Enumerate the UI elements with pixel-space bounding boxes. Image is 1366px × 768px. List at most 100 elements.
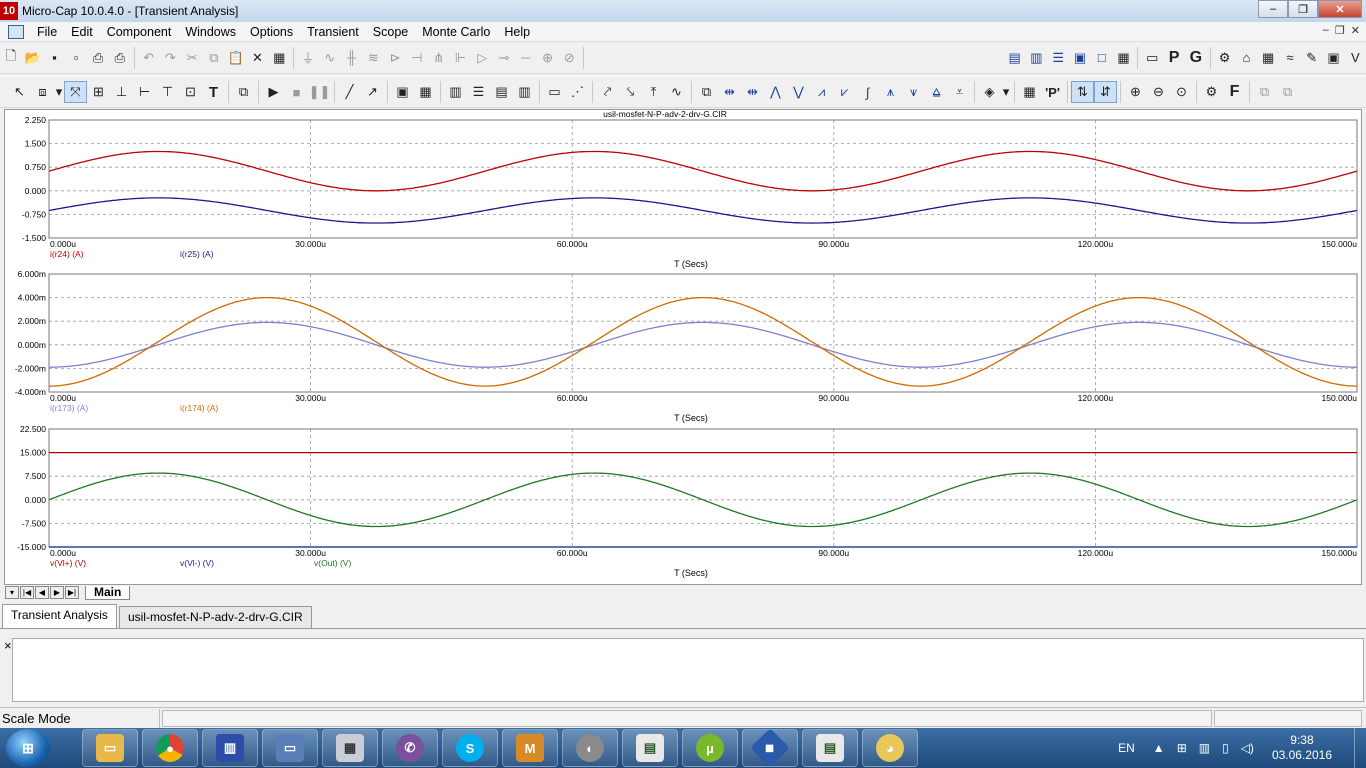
- tile-grid-icon[interactable]: ▣: [1069, 47, 1091, 69]
- inductor-icon[interactable]: ≋: [362, 47, 384, 69]
- viber-taskbar-icon[interactable]: ✆: [382, 729, 438, 767]
- remote-desktop-taskbar-icon[interactable]: ▭: [262, 729, 318, 767]
- save-all-icon[interactable]: ▫: [65, 47, 87, 69]
- line-icon[interactable]: ╱: [338, 81, 361, 103]
- cascade-windows-icon[interactable]: ▤: [1004, 47, 1026, 69]
- utorrent-taskbar-icon[interactable]: µ: [682, 729, 738, 767]
- skype-taskbar-icon[interactable]: S: [442, 729, 498, 767]
- paste-icon[interactable]: 📋: [225, 47, 247, 69]
- language-indicator[interactable]: EN: [1118, 741, 1135, 755]
- network-icon[interactable]: ▥: [1199, 741, 1210, 755]
- grid-icon[interactable]: ▦: [414, 81, 437, 103]
- output-area[interactable]: [12, 638, 1364, 702]
- document-restore-button[interactable]: ❐: [1335, 24, 1345, 37]
- top-icon[interactable]: ⩠: [925, 81, 948, 103]
- document-minimize-button[interactable]: ‒: [1323, 24, 1329, 37]
- tokens-icon[interactable]: ▥: [513, 81, 536, 103]
- wire-icon[interactable]: ─: [515, 47, 537, 69]
- tile-horizontal-icon[interactable]: ☰: [1047, 47, 1069, 69]
- bottom-icon[interactable]: ⩡: [948, 81, 971, 103]
- save-icon[interactable]: ▪: [44, 47, 66, 69]
- calculator-icon[interactable]: ▦: [1113, 47, 1135, 69]
- low-cursor-icon[interactable]: ⩗: [833, 81, 856, 103]
- rescale-icon[interactable]: ▣: [391, 81, 414, 103]
- undo-icon[interactable]: ↶: [138, 47, 160, 69]
- minimize-button[interactable]: ‒: [1258, 0, 1288, 18]
- menu-windows[interactable]: Windows: [178, 25, 243, 39]
- file-explorer-taskbar-icon[interactable]: ▭: [82, 729, 138, 767]
- high-cursor-icon[interactable]: ⩘: [810, 81, 833, 103]
- vt-icon[interactable]: V: [1344, 47, 1366, 69]
- document-icon[interactable]: [8, 24, 24, 39]
- switch-icon[interactable]: ⊸: [493, 47, 515, 69]
- menu-help[interactable]: Help: [497, 25, 537, 39]
- menu-file[interactable]: File: [30, 25, 64, 39]
- previous-sheet-button[interactable]: ◀: [35, 586, 49, 599]
- analysis-limits-icon[interactable]: ⚙: [1200, 81, 1223, 103]
- peak-cursor-icon[interactable]: ⋀: [764, 81, 787, 103]
- close-icon[interactable]: ×: [4, 638, 12, 653]
- p-icon[interactable]: P: [1163, 47, 1185, 69]
- copy-icon[interactable]: ⧉: [203, 47, 225, 69]
- first-sheet-button[interactable]: |◀: [20, 586, 34, 599]
- maximize-button[interactable]: ❐: [1288, 0, 1318, 18]
- chip-icon[interactable]: ▣: [1323, 47, 1345, 69]
- model-icon[interactable]: ≈: [1279, 47, 1301, 69]
- npn-transistor-icon[interactable]: ⋔: [428, 47, 450, 69]
- redo-icon[interactable]: ↷: [159, 47, 181, 69]
- tile-vertical-icon[interactable]: ▥: [1026, 47, 1048, 69]
- zoom-out-icon[interactable]: ⊖: [1147, 81, 1170, 103]
- animate-icon[interactable]: ⧉: [695, 81, 718, 103]
- open-file-icon[interactable]: 📂: [22, 47, 44, 69]
- horizontal-tag-icon[interactable]: ⊢: [133, 81, 156, 103]
- properties-icon[interactable]: ⧉: [232, 81, 255, 103]
- last-sheet-button[interactable]: ▶|: [65, 586, 79, 599]
- peak-icon[interactable]: ⤤: [596, 81, 619, 103]
- cursor-right-icon[interactable]: ⇹: [741, 81, 764, 103]
- mfc-taskbar-icon[interactable]: M: [502, 729, 558, 767]
- document-reader-taskbar-icon[interactable]: ▤: [622, 729, 678, 767]
- chrome-taskbar-icon[interactable]: ●: [142, 729, 198, 767]
- f-icon[interactable]: F: [1223, 81, 1246, 103]
- app-icon[interactable]: 10: [0, 2, 18, 20]
- node-icon[interactable]: ⊕: [537, 47, 559, 69]
- paste-plot-icon[interactable]: ⧉: [1276, 81, 1299, 103]
- high-icon[interactable]: ⤒: [642, 81, 665, 103]
- single-window-icon[interactable]: □: [1091, 47, 1113, 69]
- next-sheet-button[interactable]: ▶: [50, 586, 64, 599]
- grid-text-icon[interactable]: ▤: [490, 81, 513, 103]
- stop-icon[interactable]: ■: [285, 81, 308, 103]
- show-hidden-icons-icon[interactable]: ▲: [1153, 741, 1165, 755]
- package-editor-icon[interactable]: ▦: [1257, 47, 1279, 69]
- colors-icon[interactable]: ◈: [978, 81, 1001, 103]
- battery-icon[interactable]: ⊣: [406, 47, 428, 69]
- zoom-in-icon[interactable]: ⊕: [1124, 81, 1147, 103]
- plot-window[interactable]: usil-mosfet-N-P-adv-2-drv-G.CIR 2.250 1.5…: [4, 109, 1362, 585]
- wave-icon[interactable]: ∿: [665, 81, 688, 103]
- page-setup-icon[interactable]: ▭: [1141, 47, 1163, 69]
- delete-icon[interactable]: ✕: [247, 47, 269, 69]
- global-high-icon[interactable]: ⩚: [879, 81, 902, 103]
- tab-circuit-file[interactable]: usil-mosfet-N-P-adv-2-drv-G.CIR: [118, 606, 312, 628]
- capacitor-icon[interactable]: ╫: [341, 47, 363, 69]
- menu-scope[interactable]: Scope: [366, 25, 415, 39]
- menu-edit[interactable]: Edit: [64, 25, 100, 39]
- print-icon[interactable]: ⎙: [109, 47, 131, 69]
- stack-plots-icon[interactable]: ▭: [543, 81, 566, 103]
- shape-editor-icon[interactable]: ⌂: [1236, 47, 1258, 69]
- component-mode-icon[interactable]: ⧈: [31, 81, 54, 103]
- same-y-scales-icon[interactable]: ⇅: [1071, 81, 1094, 103]
- menu-monte-carlo[interactable]: Monte Carlo: [415, 25, 497, 39]
- p-key-icon[interactable]: 'P': [1041, 81, 1064, 103]
- winrar-taskbar-icon[interactable]: ▥: [202, 729, 258, 767]
- clock[interactable]: 9:38 03.06.2016: [1272, 733, 1332, 763]
- menu-transient[interactable]: Transient: [300, 25, 366, 39]
- menu-component[interactable]: Component: [100, 25, 179, 39]
- pause-icon[interactable]: ❚❚: [308, 81, 331, 103]
- data-points-icon[interactable]: ⋰: [566, 81, 589, 103]
- sheet-tab-main[interactable]: Main: [85, 585, 131, 600]
- cursor-mode-icon[interactable]: ⊞: [87, 81, 110, 103]
- media-player-taskbar-icon[interactable]: ◐: [562, 729, 618, 767]
- arrow-line-icon[interactable]: ↗: [361, 81, 384, 103]
- probe-icon[interactable]: ⊘: [558, 47, 580, 69]
